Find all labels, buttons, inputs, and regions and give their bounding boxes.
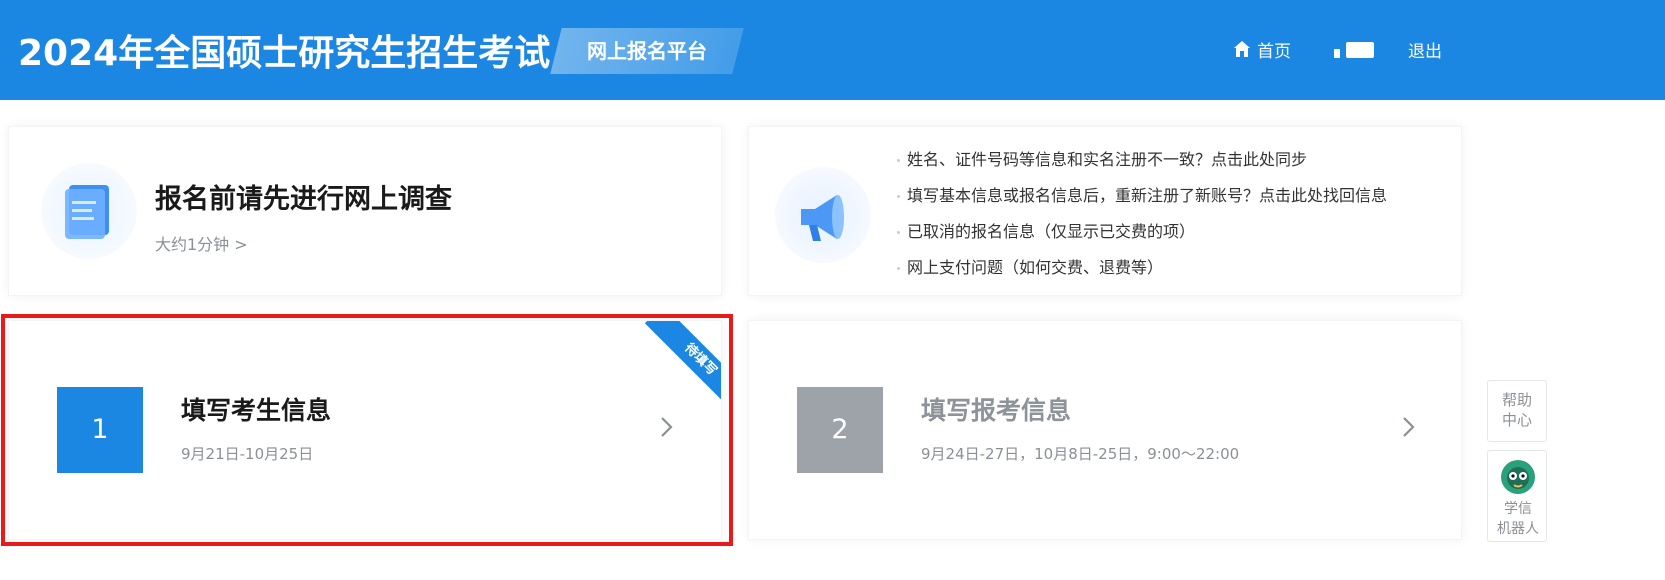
- notice-link-sync-info[interactable]: 姓名、证件号码等信息和实名注册不一致？点击此处同步: [897, 149, 1387, 185]
- pending-ribbon: 待填写: [631, 321, 721, 411]
- help-center-button[interactable]: 帮助 中心: [1487, 380, 1547, 442]
- robot-label-line2: 机器人: [1497, 521, 1539, 537]
- survey-duration-link[interactable]: 大约1分钟 >: [155, 231, 248, 255]
- survey-title: 报名前请先进行网上调查: [155, 184, 452, 215]
- home-icon: [1234, 41, 1250, 57]
- notice-card: 姓名、证件号码等信息和实名注册不一致？点击此处同步 填写基本信息或报名信息后，重…: [748, 126, 1462, 296]
- user-card-icon[interactable]: [1334, 40, 1374, 60]
- step-fill-candidate-info[interactable]: 待填写 1 填写考生信息 9月21日-10月25日: [8, 320, 722, 540]
- pending-ribbon-label: 待填写: [644, 321, 721, 411]
- step-date: 9月21日-10月25日: [181, 445, 314, 463]
- survey-card[interactable]: 报名前请先进行网上调查 大约1分钟 >: [8, 126, 722, 296]
- notice-link-cancelled[interactable]: 已取消的报名信息（仅显示已交费的项）: [897, 221, 1387, 257]
- step-number: 2: [797, 387, 883, 473]
- step-title: 填写报考信息: [921, 396, 1072, 425]
- step-date: 9月24日-27日，10月8日-25日，9:00～22:00: [921, 445, 1240, 463]
- help-label-line1: 帮助: [1501, 391, 1532, 409]
- nav-home-label: 首页: [1257, 41, 1291, 62]
- document-icon: [41, 163, 137, 259]
- top-header: 2024年全国硕士研究生招生考试 网上报名平台 首页 退出: [0, 0, 1665, 100]
- platform-badge: 网上报名平台: [587, 39, 707, 63]
- robot-label: 学信 机器人: [1488, 499, 1548, 539]
- megaphone-icon: [775, 167, 871, 263]
- chevron-right-icon: [661, 417, 673, 437]
- notice-link-recover-info[interactable]: 填写基本信息或报名信息后，重新注册了新账号？点击此处找回信息: [897, 185, 1387, 221]
- logout-link[interactable]: 退出: [1408, 37, 1442, 62]
- notice-link-payment[interactable]: 网上支付问题（如何交费、退费等）: [897, 257, 1387, 293]
- step-number: 1: [57, 387, 143, 473]
- step-fill-application-info[interactable]: 2 填写报考信息 9月24日-27日，10月8日-25日，9:00～22:00: [748, 320, 1462, 540]
- notice-list: 姓名、证件号码等信息和实名注册不一致？点击此处同步 填写基本信息或报名信息后，重…: [897, 149, 1387, 293]
- help-label-line2: 中心: [1501, 411, 1532, 429]
- robot-assistant-button[interactable]: 学信 机器人: [1487, 450, 1547, 542]
- robot-icon: [1501, 460, 1535, 494]
- step-title: 填写考生信息: [181, 396, 332, 425]
- chevron-right-icon: [1403, 417, 1415, 437]
- robot-label-line1: 学信: [1504, 501, 1532, 517]
- page-title: 2024年全国硕士研究生招生考试: [18, 33, 551, 74]
- nav-home-link[interactable]: 首页: [1232, 36, 1291, 62]
